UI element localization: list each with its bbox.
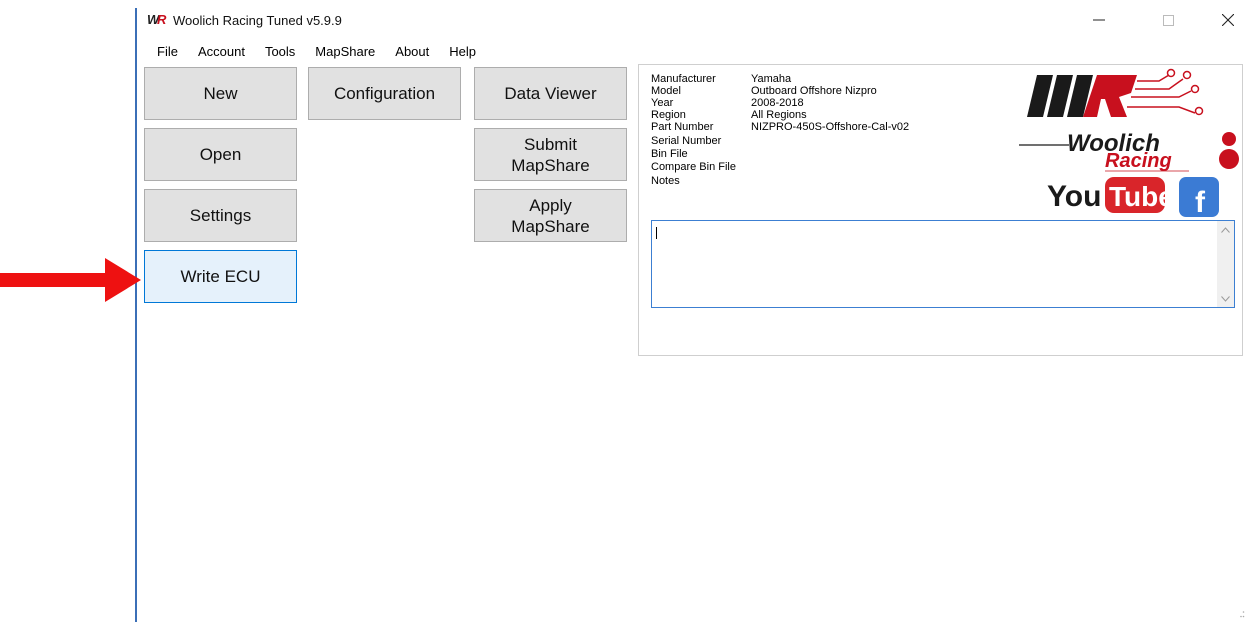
manufacturer-label: Manufacturer (651, 73, 716, 85)
submit-mapshare-label-line1: Submit (524, 134, 577, 154)
menu-tools[interactable]: Tools (265, 44, 295, 59)
bin-file-label: Bin File (651, 148, 688, 160)
menu-file[interactable]: File (157, 44, 178, 59)
manufacturer-value: Yamaha (751, 73, 792, 85)
woolich-racing-logo: Woolich Racing (1019, 68, 1239, 172)
notes-label: Notes (651, 175, 680, 187)
facebook-f: f (1195, 186, 1206, 217)
submit-mapshare-button[interactable]: Submit MapShare (474, 128, 627, 181)
compare-bin-file-label: Compare Bin File (651, 161, 736, 173)
menu-help[interactable]: Help (449, 44, 476, 59)
close-button[interactable] (1205, 6, 1249, 34)
brand-line2: Racing (1105, 150, 1172, 172)
apply-mapshare-label-line1: Apply (529, 195, 572, 215)
annotation-arrow-shaft (0, 273, 108, 287)
brand-logo-area: Woolich Racing You Tube f (1019, 68, 1239, 217)
menu-account[interactable]: Account (198, 44, 245, 59)
notes-scrollbar[interactable] (1217, 221, 1234, 307)
app-logo-icon: W R (147, 12, 167, 27)
menu-about[interactable]: About (395, 44, 429, 59)
file-info-panel: Manufacturer Yamaha Model Outboard Offsh… (638, 64, 1243, 356)
part-number-label: Part Number (651, 121, 714, 133)
title-bar[interactable]: W R Woolich Racing Tuned v5.9.9 (137, 0, 1249, 38)
resize-grip-icon[interactable] (1237, 610, 1245, 618)
chevron-down-icon (1221, 295, 1230, 302)
youtube-you: You (1047, 180, 1101, 213)
submit-mapshare-label-line2: MapShare (511, 155, 590, 175)
chevron-up-icon (1221, 226, 1230, 233)
part-number-value: NIZPRO-450S-Offshore-Cal-v02 (751, 121, 910, 133)
data-viewer-button[interactable]: Data Viewer (474, 67, 627, 120)
scroll-down-button[interactable] (1217, 290, 1234, 307)
window-title: Woolich Racing Tuned v5.9.9 (173, 13, 342, 28)
settings-button[interactable]: Settings (144, 189, 297, 242)
write-ecu-button[interactable]: Write ECU (144, 250, 297, 303)
svg-text:R: R (157, 12, 167, 27)
youtube-tube: Tube (1109, 181, 1174, 212)
year-label: Year (651, 97, 674, 109)
model-value: Outboard Offshore Nizpro (751, 85, 877, 97)
maximize-icon (1162, 14, 1174, 26)
maximize-button[interactable] (1145, 6, 1191, 34)
region-value: All Regions (751, 109, 807, 121)
serial-number-label: Serial Number (651, 135, 722, 147)
apply-mapshare-label-line2: MapShare (511, 216, 590, 236)
annotation-arrow-head (105, 258, 141, 302)
text-caret (656, 227, 657, 239)
open-button[interactable]: Open (144, 128, 297, 181)
facebook-icon[interactable]: f (1179, 177, 1219, 217)
minimize-icon (1093, 19, 1105, 21)
menu-bar: File Account Tools MapShare About Help (137, 40, 476, 62)
configuration-button[interactable]: Configuration (308, 67, 461, 120)
window-border (135, 8, 137, 622)
scroll-up-button[interactable] (1217, 221, 1234, 238)
minimize-button[interactable] (1076, 6, 1122, 34)
youtube-logo[interactable]: You Tube (1047, 177, 1174, 213)
notes-textarea[interactable] (651, 220, 1235, 308)
close-icon (1222, 14, 1234, 26)
apply-mapshare-button[interactable]: Apply MapShare (474, 189, 627, 242)
model-label: Model (651, 85, 681, 97)
region-label: Region (651, 109, 686, 121)
year-value: 2008-2018 (751, 97, 804, 109)
new-button[interactable]: New (144, 67, 297, 120)
menu-mapshare[interactable]: MapShare (315, 44, 375, 59)
